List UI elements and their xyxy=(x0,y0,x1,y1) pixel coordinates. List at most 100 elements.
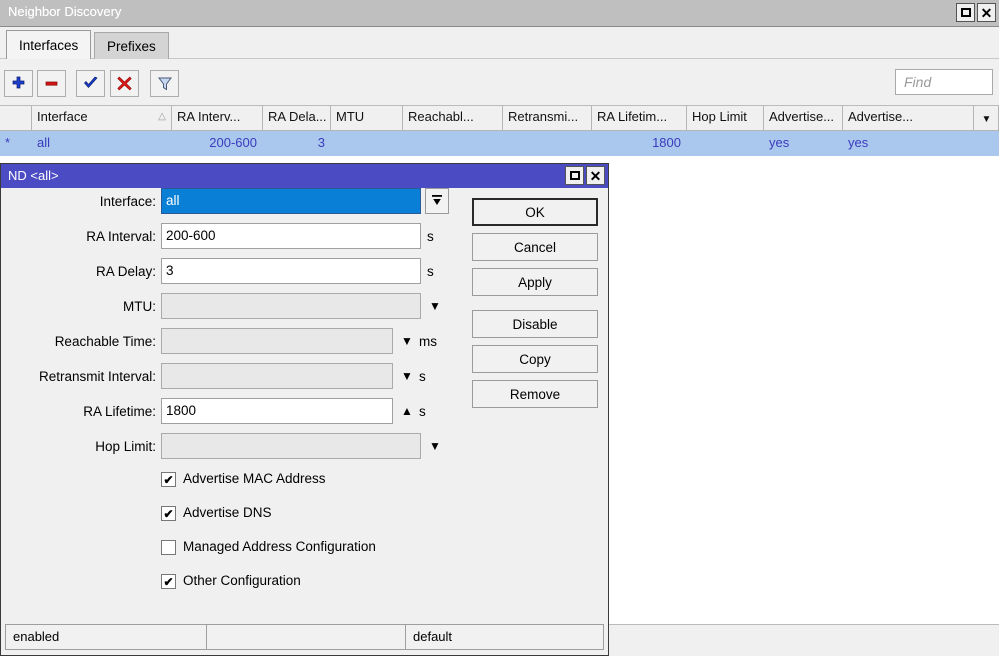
window-title-bar: Neighbor Discovery ✕ xyxy=(0,0,999,27)
tab-prefixes[interactable]: Prefixes xyxy=(94,32,169,59)
field-input[interactable]: 1800 xyxy=(161,398,393,424)
checkbox-label: Other Configuration xyxy=(183,573,301,588)
checkbox-row[interactable]: ✔ Advertise MAC Address xyxy=(1,469,608,503)
field-label: Retransmit Interval: xyxy=(1,369,156,384)
field-input[interactable] xyxy=(161,328,393,354)
column-header[interactable]: RA Interv... xyxy=(172,106,263,130)
status-cell: enabled xyxy=(5,624,206,650)
column-header[interactable]: Hop Limit xyxy=(687,106,764,130)
ok-button[interactable]: OK xyxy=(472,198,598,226)
dialog-title-bar: ND <all> ✕ xyxy=(1,164,608,188)
column-header[interactable]: Interface△ xyxy=(32,106,172,130)
field-input[interactable] xyxy=(161,293,421,319)
field-label: RA Interval: xyxy=(1,229,156,244)
sort-ascending-icon: △ xyxy=(158,111,166,122)
dialog-close-icon[interactable]: ✕ xyxy=(586,166,605,185)
column-header[interactable]: RA Dela... xyxy=(263,106,331,130)
checkbox-label: Advertise MAC Address xyxy=(183,471,326,486)
cross-icon xyxy=(117,76,132,91)
column-header[interactable]: Reachabl... xyxy=(403,106,503,130)
field-label: Hop Limit: xyxy=(1,439,156,454)
checkbox[interactable] xyxy=(161,540,176,555)
field-input[interactable]: all xyxy=(161,188,421,214)
table-cell xyxy=(331,131,403,156)
chevron-down-icon xyxy=(430,193,444,209)
remove-button[interactable] xyxy=(37,70,66,97)
status-cell: default xyxy=(405,624,604,650)
chevron-down-icon[interactable]: ▼ xyxy=(429,300,441,312)
tab-bar: Interfaces Prefixes xyxy=(0,27,999,59)
field-unit: s xyxy=(427,229,434,244)
enable-button[interactable] xyxy=(76,70,105,97)
window-title: Neighbor Discovery xyxy=(8,4,121,19)
field-input[interactable] xyxy=(161,363,393,389)
field-label: MTU: xyxy=(1,299,156,314)
nd-dialog: ND <all> ✕ Interface: all RA Interval: 200-… xyxy=(0,163,609,656)
copy-button[interactable]: Copy xyxy=(472,345,598,373)
checkbox-row[interactable]: ✔ Other Configuration xyxy=(1,571,608,605)
column-header[interactable] xyxy=(0,106,32,130)
chevron-down-icon[interactable]: ▼ xyxy=(401,335,413,347)
column-header[interactable]: MTU xyxy=(331,106,403,130)
table-body: *all200-60031800yesyes xyxy=(0,131,999,156)
chevron-down-icon[interactable]: ▼ xyxy=(429,440,441,452)
column-chooser-icon[interactable]: ▼ xyxy=(973,106,999,130)
dialog-status-bar: enabled default xyxy=(5,624,604,650)
column-header[interactable]: Advertise... xyxy=(764,106,843,130)
table-cell: yes xyxy=(764,131,843,156)
table-cell xyxy=(403,131,503,156)
disable-button[interactable] xyxy=(110,70,139,97)
field-input[interactable]: 200-600 xyxy=(161,223,421,249)
checkbox-row[interactable]: ✔Advertise DNS xyxy=(1,503,608,537)
field-label: Interface: xyxy=(1,194,156,209)
field-unit: s xyxy=(419,404,426,419)
dialog-checkbox-group: ✔ Advertise MAC Address ✔Advertise DNSMana… xyxy=(1,469,608,605)
column-header-label: MTU xyxy=(336,109,364,124)
remove-button[interactable]: Remove xyxy=(472,380,598,408)
funnel-icon xyxy=(157,76,173,92)
chevron-down-icon[interactable]: ▼ xyxy=(401,370,413,382)
search-input[interactable]: Find xyxy=(895,69,993,95)
field-unit: ms xyxy=(419,334,437,349)
apply-button[interactable]: Apply xyxy=(472,268,598,296)
column-header[interactable]: Advertise... xyxy=(843,106,973,130)
checkbox[interactable]: ✔ xyxy=(161,574,176,589)
field-label: RA Lifetime: xyxy=(1,404,156,419)
table-cell: 3 xyxy=(263,131,331,156)
search-placeholder: Find xyxy=(904,74,931,90)
column-header-label: Retransmi... xyxy=(508,109,578,124)
table-row[interactable]: *all200-60031800yesyes xyxy=(0,131,999,156)
dialog-controls: ✕ xyxy=(565,166,605,185)
column-header-label: Advertise... xyxy=(848,109,913,124)
field-input[interactable]: 3 xyxy=(161,258,421,284)
window-controls: ✕ xyxy=(956,3,996,22)
status-cell xyxy=(206,624,405,650)
minus-icon xyxy=(44,76,59,91)
add-button[interactable] xyxy=(4,70,33,97)
disable-button[interactable]: Disable xyxy=(472,310,598,338)
close-icon[interactable]: ✕ xyxy=(977,3,996,22)
cancel-button[interactable]: Cancel xyxy=(472,233,598,261)
dialog-button-column: OK Cancel Apply Disable Copy Remove xyxy=(472,198,598,415)
field-unit: s xyxy=(419,369,426,384)
tab-interfaces[interactable]: Interfaces xyxy=(6,30,91,59)
field-input[interactable] xyxy=(161,433,421,459)
restore-icon[interactable] xyxy=(956,3,975,22)
field-label: RA Delay: xyxy=(1,264,156,279)
dropdown-button[interactable] xyxy=(425,188,449,214)
dialog-restore-icon[interactable] xyxy=(565,166,584,185)
column-header-label: RA Lifetim... xyxy=(597,109,667,124)
dialog-title: ND <all> xyxy=(8,168,59,183)
column-header[interactable]: RA Lifetim... xyxy=(592,106,687,130)
filter-button[interactable] xyxy=(150,70,179,97)
toolbar: Find xyxy=(0,60,999,105)
tab-interfaces-label: Interfaces xyxy=(19,38,78,53)
column-header[interactable]: Retransmi... xyxy=(503,106,592,130)
table-cell xyxy=(503,131,592,156)
column-header-label: Hop Limit xyxy=(692,109,747,124)
spinner-up-icon[interactable]: ▲ xyxy=(401,405,413,417)
checkbox[interactable]: ✔ xyxy=(161,472,176,487)
checkbox[interactable]: ✔ xyxy=(161,506,176,521)
checkbox-row[interactable]: Managed Address Configuration xyxy=(1,537,608,571)
table-cell: * xyxy=(0,131,32,156)
